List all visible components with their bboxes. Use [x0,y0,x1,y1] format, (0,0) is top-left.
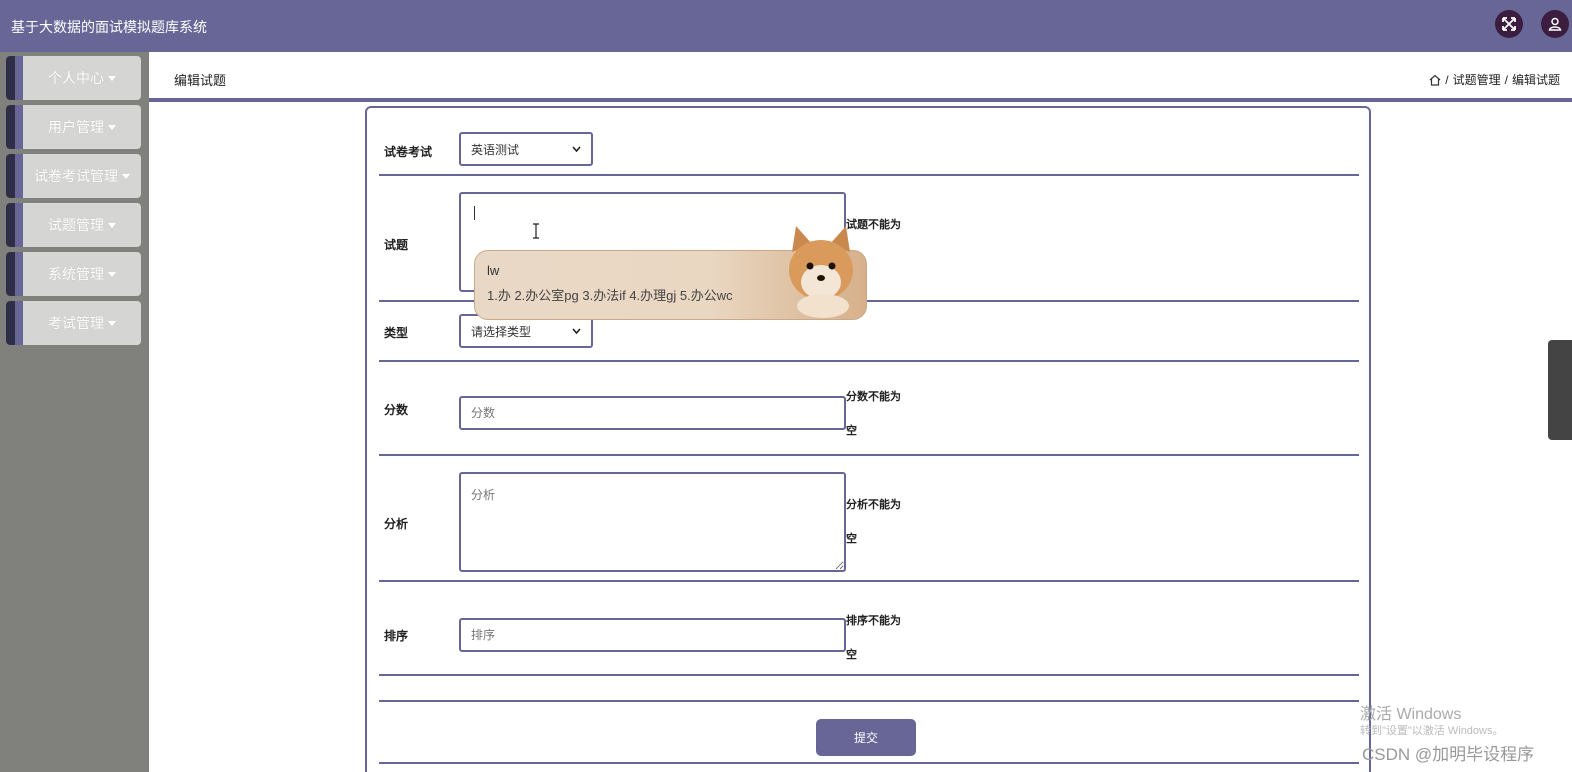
exam-select[interactable]: 英语测试 [459,132,593,166]
sidebar-item-label: 个人中心 [48,70,104,86]
form-row-score: 分数 分数不能为空 [379,362,1359,456]
sidebar-item-exam-management[interactable]: 考试管理 [6,301,141,345]
text-cursor [474,206,475,220]
text-cursor-icon [533,223,539,239]
breadcrumb-parent[interactable]: 试题管理 [1453,71,1501,88]
sidebar-item-label: 考试管理 [48,315,104,331]
sidebar-item-system-management[interactable]: 系统管理 [6,252,141,296]
sidebar-item-question-management[interactable]: 试题管理 [6,203,141,247]
analysis-textarea[interactable] [459,472,846,572]
form-row-analysis: 分析 分析不能为空 [379,456,1359,582]
form-row-exam: 试卷考试 英语测试 [379,108,1359,176]
form-row-spacer [379,676,1359,702]
score-error: 分数不能为空 [846,380,926,448]
type-select-value: 请选择类型 [471,324,532,339]
breadcrumb-separator: / [1504,72,1508,87]
ime-candidate-list[interactable]: 1.办 2.办公室pg 3.办法if 4.办理gj 5.办公wc [487,285,733,304]
top-header: 基于大数据的面试模拟题库系统 [0,0,1572,52]
analysis-error: 分析不能为空 [846,488,926,556]
sidebar-item-label: 系统管理 [48,266,104,282]
order-error-text-2: 空 [846,649,857,661]
analysis-error-text: 分析不能为 [846,499,901,511]
sidebar: 个人中心 用户管理 试卷考试管理 试题管理 系统管理 考试管理 [0,52,149,772]
breadcrumb-current: 编辑试题 [1511,73,1560,87]
exam-select-value: 英语测试 [471,142,520,157]
edit-question-form: 试卷考试 英语测试 试题 试题不能为 类型 请选择类型 分数 分数不能为空 分析… [365,106,1371,772]
ime-composition: lw [487,263,500,278]
caret-down-icon [108,222,116,228]
exam-label: 试卷考试 [384,145,433,159]
score-input[interactable] [459,396,846,430]
sidebar-item-user-management[interactable]: 用户管理 [6,105,141,149]
app-title: 基于大数据的面试模拟题库系统 [11,19,207,35]
chevron-down-icon [572,328,581,334]
shiba-dog-icon [789,226,853,318]
csdn-watermark: CSDN @加明毕设程序 [1362,745,1535,764]
caret-down-icon [108,320,116,326]
order-error: 排序不能为空 [846,604,926,672]
windows-activation-watermark: 激活 Windows [1360,706,1462,723]
user-icon [1548,17,1562,31]
order-input[interactable] [459,618,846,652]
expand-icon [1502,17,1516,31]
breadcrumb: / 试题管理 / 编辑试题 [1429,71,1560,88]
breadcrumb-separator: / [1445,72,1449,87]
sidebar-item-label: 用户管理 [48,119,104,135]
caret-down-icon [108,124,116,130]
caret-down-icon [108,271,116,277]
page-header: 编辑试题 / 试题管理 / 编辑试题 [149,52,1572,102]
home-icon[interactable] [1429,74,1441,86]
form-row-actions [379,702,1359,764]
sidebar-item-label: 试卷考试管理 [34,168,118,184]
caret-down-icon [122,173,130,179]
sidebar-item-label: 试题管理 [48,217,104,233]
score-error-text-2: 空 [846,425,857,437]
score-error-text: 分数不能为 [846,391,901,403]
user-button[interactable] [1541,10,1569,38]
caret-down-icon [108,75,116,81]
windows-activation-hint: 转到"设置"以激活 Windows。 [1360,725,1504,737]
type-label: 类型 [384,326,409,340]
chevron-down-icon [572,146,581,152]
analysis-error-text-2: 空 [846,533,857,545]
side-drawer-tab[interactable] [1548,340,1572,440]
order-error-text: 排序不能为 [846,615,901,627]
form-row-order: 排序 排序不能为空 [379,582,1359,676]
analysis-label: 分析 [384,517,409,531]
fullscreen-button[interactable] [1495,10,1523,38]
page-title: 编辑试题 [174,73,227,88]
score-label: 分数 [384,403,409,417]
sidebar-item-personal-center[interactable]: 个人中心 [6,56,141,100]
sidebar-item-exam-paper-management[interactable]: 试卷考试管理 [6,154,141,198]
question-label: 试题 [384,238,409,252]
order-label: 排序 [384,629,409,643]
